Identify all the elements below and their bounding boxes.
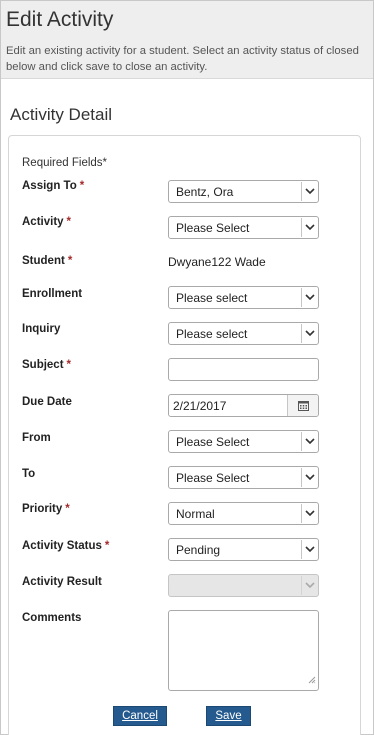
assign-to-label: Assign To * bbox=[22, 180, 85, 192]
assign-to-select[interactable]: Bentz, Ora bbox=[168, 180, 319, 203]
calendar-icon[interactable] bbox=[287, 395, 318, 416]
activity-select[interactable]: Please Select bbox=[168, 216, 319, 239]
comments-textarea[interactable] bbox=[168, 610, 319, 691]
save-button[interactable]: Save bbox=[206, 706, 251, 726]
required-fields-note: Required Fields* bbox=[22, 157, 108, 169]
from-value: Please Select bbox=[176, 435, 250, 449]
required-star: * bbox=[104, 540, 110, 552]
inquiry-label: Inquiry bbox=[22, 323, 61, 335]
cancel-button[interactable]: Cancel bbox=[113, 706, 167, 726]
required-star: * bbox=[66, 359, 72, 371]
activity-result-select bbox=[168, 574, 319, 597]
to-value: Please Select bbox=[176, 471, 250, 485]
chevron-down-icon bbox=[301, 288, 317, 307]
activity-status-label: Activity Status * bbox=[22, 540, 110, 552]
chevron-down-icon bbox=[301, 324, 317, 343]
page-description-line-2: below and click save to close an activit… bbox=[6, 61, 208, 73]
activity-status-value: Pending bbox=[176, 543, 221, 557]
chevron-down-icon bbox=[301, 218, 317, 237]
student-value: Dwyane122 Wade bbox=[168, 255, 266, 269]
subject-input[interactable] bbox=[168, 358, 319, 381]
chevron-down-icon bbox=[301, 540, 317, 559]
comments-label: Comments bbox=[22, 612, 82, 624]
activity-label: Activity * bbox=[22, 216, 72, 228]
subject-label: Subject * bbox=[22, 359, 72, 371]
page-header: Edit Activity Edit an existing activity … bbox=[1, 1, 373, 79]
required-star: * bbox=[66, 216, 72, 228]
from-label: From bbox=[22, 432, 51, 444]
required-star: * bbox=[65, 503, 70, 515]
page-description: Edit an existing activity for a student.… bbox=[6, 43, 372, 75]
to-label: To bbox=[22, 468, 36, 480]
due-date-value: 2/21/2017 bbox=[173, 399, 227, 413]
enrollment-label: Enrollment bbox=[22, 288, 83, 300]
student-label: Student * bbox=[22, 255, 73, 267]
required-star: * bbox=[67, 255, 73, 267]
due-date-label: Due Date bbox=[22, 396, 72, 408]
assign-to-value: Bentz, Ora bbox=[176, 185, 234, 199]
activity-result-label: Activity Result bbox=[22, 576, 102, 588]
activity-value: Please Select bbox=[176, 221, 250, 235]
priority-label: Priority * bbox=[22, 503, 70, 515]
inquiry-value: Please select bbox=[176, 327, 248, 341]
priority-value: Normal bbox=[176, 507, 215, 521]
page-title: Edit Activity bbox=[6, 8, 114, 31]
enrollment-select[interactable]: Please select bbox=[168, 286, 319, 309]
to-select[interactable]: Please Select bbox=[168, 466, 319, 489]
chevron-down-icon bbox=[301, 576, 317, 595]
chevron-down-icon bbox=[301, 504, 317, 523]
enrollment-value: Please select bbox=[176, 291, 248, 305]
required-star: * bbox=[79, 180, 85, 192]
from-select[interactable]: Please Select bbox=[168, 430, 319, 453]
activity-status-select[interactable]: Pending bbox=[168, 538, 319, 561]
chevron-down-icon bbox=[301, 468, 317, 487]
section-title: Activity Detail bbox=[10, 105, 113, 124]
chevron-down-icon bbox=[301, 182, 317, 201]
priority-select[interactable]: Normal bbox=[168, 502, 319, 525]
inquiry-select[interactable]: Please select bbox=[168, 322, 319, 345]
chevron-down-icon bbox=[301, 432, 317, 451]
due-date-input[interactable]: 2/21/2017 bbox=[168, 394, 319, 417]
resize-grip-icon[interactable] bbox=[308, 669, 316, 688]
page-description-line-1: Edit an existing activity for a student.… bbox=[6, 45, 359, 57]
